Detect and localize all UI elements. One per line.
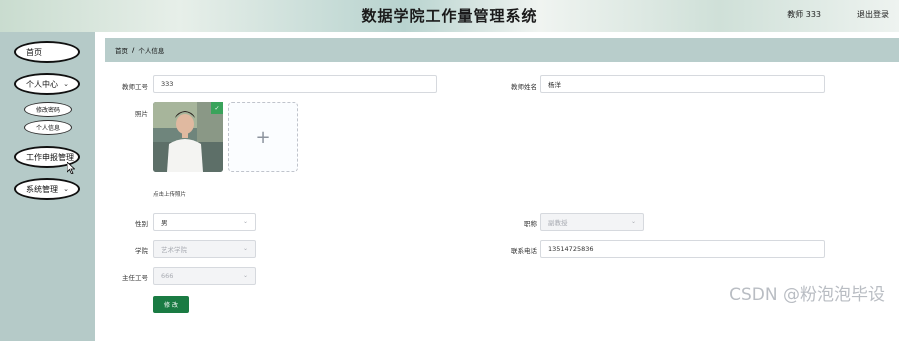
- logout-link[interactable]: 退出登录: [857, 9, 889, 20]
- sidebar-subitem-change-password[interactable]: 修改密码: [24, 102, 72, 117]
- check-icon: ✓: [211, 102, 223, 114]
- college-label: 学院: [135, 247, 148, 255]
- chevron-down-icon: ⌄: [242, 245, 248, 252]
- title-value: 副教授: [548, 219, 568, 227]
- gender-value: 男: [161, 219, 168, 227]
- phone-field[interactable]: 13514725836: [540, 240, 825, 258]
- sidebar-item-label: 首页: [26, 47, 42, 57]
- sidebar-subitem-personal-info[interactable]: 个人信息: [24, 120, 72, 135]
- chevron-down-icon: ⌄: [63, 80, 69, 88]
- breadcrumb: 首页 / 个人信息: [105, 38, 899, 62]
- gender-select[interactable]: 男 ⌄: [153, 213, 256, 231]
- title-label: 职称: [524, 220, 537, 228]
- director-id-label: 主任工号: [122, 274, 148, 282]
- chevron-down-icon: ⌄: [63, 185, 69, 193]
- app-title: 数据学院工作量管理系统: [361, 7, 538, 25]
- sidebar-item-label: 个人中心: [26, 79, 58, 89]
- sidebar: 首页 个人中心 ⌄ 修改密码 个人信息 工作申报管理 系统管理 ⌄: [0, 32, 95, 341]
- plus-icon: +: [255, 126, 271, 148]
- top-bar: 数据学院工作量管理系统 教师 333 退出登录: [0, 0, 899, 32]
- title-select: 副教授 ⌄: [540, 213, 644, 231]
- college-select: 艺术学院 ⌄: [153, 240, 256, 258]
- teacher-id-field[interactable]: 333: [153, 75, 437, 93]
- sidebar-item-personal-center[interactable]: 个人中心 ⌄: [14, 73, 80, 95]
- sidebar-item-home[interactable]: 首页: [14, 41, 80, 63]
- current-user: 教师 333: [787, 10, 821, 19]
- chevron-down-icon: ⌄: [242, 272, 248, 279]
- phone-label: 联系电话: [511, 247, 537, 255]
- sidebar-item-label: 工作申报管理: [26, 152, 74, 162]
- chevron-down-icon: ⌄: [242, 218, 248, 225]
- sidebar-subitem-label: 修改密码: [35, 107, 60, 114]
- watermark: CSDN @粉泡泡毕设: [729, 285, 885, 305]
- breadcrumb-current: 个人信息: [138, 47, 165, 55]
- upload-tip: 点击上传照片: [153, 192, 187, 198]
- modify-button[interactable]: 修 改: [153, 296, 189, 313]
- photo-label: 照片: [135, 110, 148, 118]
- college-value: 艺术学院: [161, 246, 187, 254]
- sidebar-item-system-management[interactable]: 系统管理 ⌄: [14, 178, 80, 200]
- director-id-select: 666 ⌄: [153, 267, 256, 285]
- photo-upload-button[interactable]: +: [228, 102, 298, 172]
- sidebar-item-label: 系统管理: [26, 184, 58, 194]
- chevron-down-icon: ⌄: [630, 218, 636, 225]
- breadcrumb-home[interactable]: 首页: [115, 45, 128, 55]
- director-id-value: 666: [161, 272, 174, 280]
- gender-label: 性别: [135, 220, 148, 228]
- teacher-name-field[interactable]: 杨洋: [540, 75, 825, 93]
- breadcrumb-separator: /: [132, 46, 135, 54]
- teacher-id-label: 教师工号: [122, 83, 148, 91]
- sidebar-subitem-label: 个人信息: [35, 125, 60, 132]
- teacher-name-label: 教师姓名: [511, 83, 537, 91]
- mouse-cursor-icon: [67, 162, 75, 174]
